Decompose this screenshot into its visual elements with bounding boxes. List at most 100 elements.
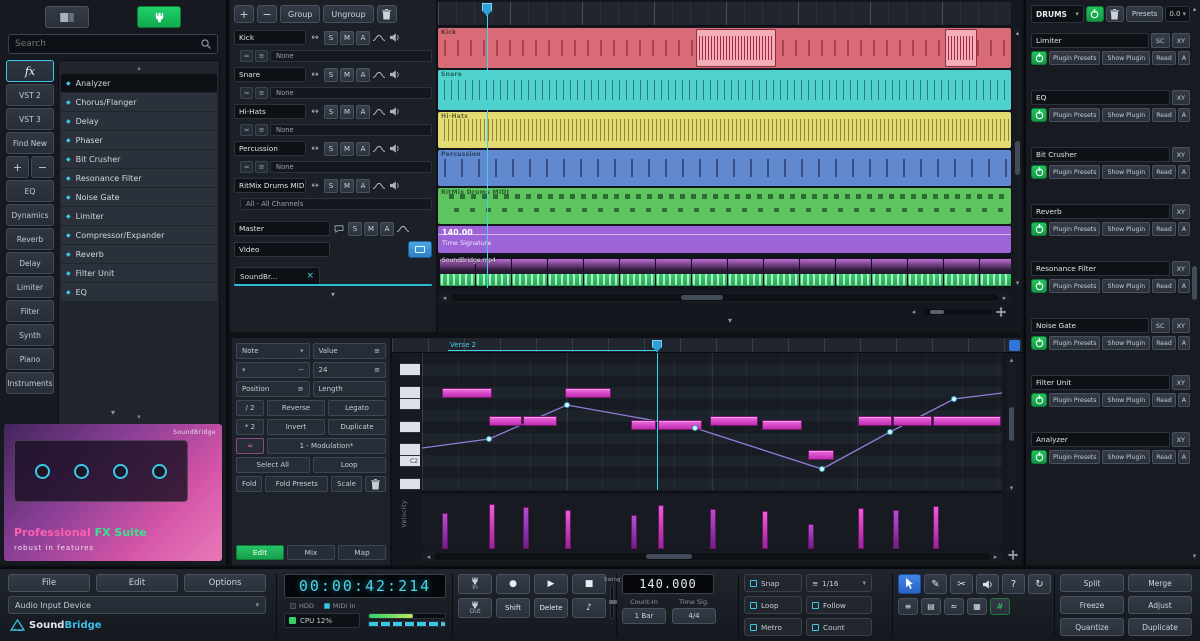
piano-key[interactable]	[400, 353, 420, 364]
vscroll-thumb[interactable]	[1192, 266, 1197, 300]
track-name[interactable]: Hi-Hats	[234, 104, 306, 119]
channel-select[interactable]: DRUMS▾	[1031, 5, 1084, 23]
video-lane[interactable]: SoundBridge.mp4	[438, 256, 1011, 289]
scroll-right-icon[interactable]: ▸	[991, 553, 1000, 561]
split-button[interactable]: Split	[1060, 574, 1124, 592]
automation-point[interactable]	[692, 425, 698, 431]
timeline-ruler[interactable]	[438, 2, 1011, 26]
plugin-item-filter-unit[interactable]: ◆Filter Unit	[61, 264, 217, 283]
clear-notes-button[interactable]	[365, 476, 386, 492]
mute-button[interactable]: M	[340, 179, 354, 193]
io-arrows-icon[interactable]: ↔	[308, 68, 322, 82]
arm-button[interactable]: A	[356, 142, 370, 156]
plugin-item-limiter[interactable]: ◆Limiter	[61, 207, 217, 226]
automation-point[interactable]	[486, 436, 492, 442]
snap-value-select[interactable]: ≡1/16▾	[806, 574, 872, 592]
video-thumbnail[interactable]	[908, 259, 943, 286]
speaker-icon[interactable]	[388, 142, 402, 156]
timeline-hscrollbar[interactable]: ◂ ▸	[438, 292, 1011, 303]
velocity-bar[interactable]	[893, 510, 899, 549]
midi-note[interactable]	[858, 416, 892, 426]
velocity-bar[interactable]	[762, 511, 768, 549]
automation-curve-icon[interactable]	[372, 142, 386, 156]
scroll-up-icon[interactable]: ▴	[1007, 356, 1016, 364]
adjust-button[interactable]: Adjust	[1128, 596, 1192, 614]
vscroll-thumb[interactable]	[1015, 141, 1020, 175]
browser-tab-vst-2[interactable]: VST 2	[6, 84, 54, 106]
scroll-right-icon[interactable]: ▸	[1000, 294, 1009, 302]
velocity-bar[interactable]	[933, 506, 939, 549]
track-name[interactable]: Kick	[234, 30, 306, 45]
category-tab-piano[interactable]: Piano	[6, 348, 54, 370]
scroll-down-icon[interactable]: ▾	[61, 412, 217, 423]
play-button[interactable]: ▶	[534, 574, 568, 594]
close-icon[interactable]: ×	[306, 271, 314, 281]
editor-tab-edit[interactable]: Edit	[236, 545, 284, 560]
wave-icon[interactable]: ≈	[240, 161, 253, 173]
automation-curve-icon[interactable]	[372, 68, 386, 82]
hscroll-track[interactable]	[435, 553, 989, 560]
midi-note[interactable]	[808, 450, 834, 460]
piano-key[interactable]	[400, 399, 420, 410]
audio-clip[interactable]	[945, 29, 977, 67]
plugin-presets-button[interactable]: Plugin Presets	[1049, 279, 1100, 293]
read-button[interactable]: Read	[1152, 336, 1176, 350]
midi-note[interactable]	[933, 416, 1001, 426]
hscroll-track[interactable]	[451, 294, 998, 301]
pencil-tool[interactable]: ✎	[924, 574, 947, 594]
read-button[interactable]: Read	[1152, 165, 1176, 179]
vscroll-thumb[interactable]	[1009, 407, 1014, 441]
master-mute-button[interactable]: M	[364, 222, 378, 236]
editor-tab-map[interactable]: Map	[338, 545, 386, 560]
automation-mode-button[interactable]: A	[1178, 51, 1190, 65]
automation-mode-button[interactable]: A	[1178, 393, 1190, 407]
add-category-button[interactable]: +	[6, 156, 29, 178]
channel-delete-button[interactable]	[1106, 6, 1124, 22]
video-thumbnail[interactable]	[584, 259, 619, 286]
timeline-collapse-icon[interactable]: ▾	[728, 316, 732, 325]
insert-slot[interactable]: None	[270, 161, 432, 173]
scroll-up-icon[interactable]: ▴	[1190, 5, 1199, 13]
solo-button[interactable]: S	[324, 142, 338, 156]
note-select[interactable]: Note▾	[236, 343, 310, 359]
grid-settings-button[interactable]	[1009, 340, 1020, 351]
automation-mode-button[interactable]: A	[1178, 279, 1190, 293]
mute-button[interactable]: M	[340, 68, 354, 82]
project-tab[interactable]: SoundBr... ×	[234, 267, 320, 284]
scroll-left-icon[interactable]: ◂	[424, 553, 433, 561]
plugin-item-eq[interactable]: ◆EQ	[61, 283, 217, 302]
velocity-bar[interactable]	[658, 505, 664, 549]
arm-button[interactable]: A	[356, 179, 370, 193]
delete-track-button[interactable]	[377, 5, 397, 23]
presets-button[interactable]: Presets	[1126, 6, 1163, 22]
mute-tool[interactable]	[976, 574, 999, 594]
xy-button[interactable]: XY	[1172, 375, 1190, 390]
plugin-enable-button[interactable]	[137, 6, 181, 28]
menu-edit[interactable]: Edit	[96, 574, 178, 592]
shift-button[interactable]: Shift	[496, 598, 530, 618]
video-thumbnail[interactable]	[692, 259, 727, 286]
fx-power-button[interactable]	[1031, 51, 1047, 65]
fx-power-button[interactable]	[1031, 222, 1047, 236]
fx-name[interactable]: Limiter	[1031, 33, 1149, 48]
category-tab-limiter[interactable]: Limiter	[6, 276, 54, 298]
read-button[interactable]: Read	[1152, 51, 1176, 65]
xy-button[interactable]: XY	[1172, 147, 1190, 162]
scroll-up-icon[interactable]: ▴	[1013, 29, 1022, 37]
remove-category-button[interactable]: −	[31, 156, 54, 178]
midi-note[interactable]	[523, 416, 557, 426]
automation-point[interactable]	[564, 402, 570, 408]
zoom-thumb[interactable]	[930, 310, 944, 314]
menu-options[interactable]: Options	[184, 574, 266, 592]
follow-toggle[interactable]: Follow	[806, 596, 872, 614]
quantize-grid-icon[interactable]: #	[990, 598, 1010, 615]
category-tab-eq[interactable]: EQ	[6, 180, 54, 202]
timeline-lane-percussion[interactable]: Percussion	[438, 150, 1011, 186]
piano-key[interactable]: C2	[400, 456, 420, 467]
loop-button[interactable]: Loop	[313, 457, 387, 473]
insert-slot[interactable]: None	[270, 50, 432, 62]
invert-button[interactable]: Invert	[267, 419, 325, 435]
sidechain-button[interactable]: SC	[1151, 33, 1170, 48]
fx-name[interactable]: Filter Unit	[1031, 375, 1170, 390]
midi-note[interactable]	[489, 416, 522, 426]
